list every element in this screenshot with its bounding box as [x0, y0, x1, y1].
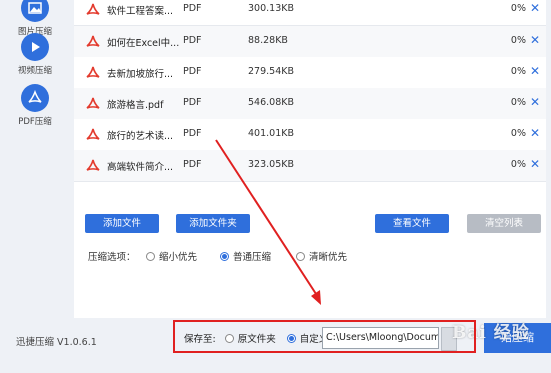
- file-progress: 0%: [510, 97, 526, 108]
- image-icon: [21, 0, 49, 22]
- file-size: 279.54KB: [248, 66, 294, 77]
- file-name: 高端软件简介...: [107, 162, 174, 173]
- file-progress: 0%: [510, 66, 526, 77]
- radio-icon: [296, 252, 305, 261]
- app-version: 迅捷压缩 V1.0.6.1: [16, 337, 97, 348]
- remove-file-icon[interactable]: ✕: [530, 126, 540, 140]
- file-size: 546.08KB: [248, 97, 294, 108]
- play-icon: [21, 33, 49, 61]
- option-smaller-first[interactable]: 缩小优先: [146, 249, 197, 263]
- pdf-file-icon: [86, 128, 100, 140]
- file-progress: 0%: [510, 128, 526, 139]
- file-name: 软件工程答案...: [107, 6, 174, 17]
- file-size: 323.05KB: [248, 159, 294, 170]
- annotation-highlight-box: [173, 320, 476, 353]
- radio-icon: [146, 252, 155, 261]
- sidebar-item-label: PDF压缩: [18, 117, 52, 127]
- file-progress: 0%: [510, 35, 526, 46]
- file-progress: 0%: [510, 3, 526, 14]
- pdf-acrobat-icon: [21, 84, 49, 112]
- pdf-file-icon: [86, 3, 100, 15]
- file-name: 如何在Excel中...: [107, 38, 180, 49]
- file-type: PDF: [183, 66, 202, 77]
- file-progress: 0%: [510, 159, 526, 170]
- file-list-panel: 软件工程答案... PDF 300.13KB 0% ✕ 如何在Excel中...…: [74, 0, 546, 318]
- file-row[interactable]: 旅行的艺术读... PDF 401.01KB 0% ✕: [74, 119, 546, 151]
- file-name: 去新加坡旅行...: [107, 69, 174, 80]
- file-name: 旅游格言.pdf: [107, 100, 164, 111]
- clear-list-button[interactable]: 清空列表: [467, 214, 541, 233]
- sidebar-item-video-compress[interactable]: 视频压缩: [0, 33, 70, 76]
- remove-file-icon[interactable]: ✕: [530, 157, 540, 171]
- file-size: 300.13KB: [248, 3, 294, 14]
- file-row[interactable]: 去新加坡旅行... PDF 279.54KB 0% ✕: [74, 57, 546, 89]
- sidebar-item-label: 视频压缩: [17, 66, 52, 76]
- file-type: PDF: [183, 3, 202, 14]
- view-files-button[interactable]: 查看文件: [375, 214, 449, 233]
- sidebar: 图片压缩 视频压缩 PDF压缩: [0, 0, 70, 320]
- pdf-file-icon: [86, 35, 100, 47]
- file-size: 88.28KB: [248, 35, 288, 46]
- remove-file-icon[interactable]: ✕: [530, 95, 540, 109]
- file-row[interactable]: 如何在Excel中... PDF 88.28KB 0% ✕: [74, 26, 546, 58]
- option-normal-compress[interactable]: 普通压缩: [220, 249, 271, 263]
- file-type: PDF: [183, 35, 202, 46]
- pdf-file-icon: [86, 159, 100, 171]
- remove-file-icon[interactable]: ✕: [530, 64, 540, 78]
- radio-selected-icon: [220, 252, 229, 261]
- sidebar-item-image-compress[interactable]: 图片压缩: [0, 0, 70, 37]
- file-type: PDF: [183, 97, 202, 108]
- sidebar-item-pdf-compress[interactable]: PDF压缩: [0, 84, 70, 127]
- file-type: PDF: [183, 128, 202, 139]
- file-size: 401.01KB: [248, 128, 294, 139]
- add-file-button[interactable]: 添加文件: [85, 214, 159, 233]
- file-type: PDF: [183, 159, 202, 170]
- option-clarity-first[interactable]: 清晰优先: [296, 249, 347, 263]
- file-name: 旅行的艺术读...: [107, 131, 174, 142]
- pdf-file-icon: [86, 97, 100, 109]
- file-row[interactable]: 旅游格言.pdf PDF 546.08KB 0% ✕: [74, 88, 546, 120]
- pdf-file-icon: [86, 66, 100, 78]
- file-row[interactable]: 软件工程答案... PDF 300.13KB 0% ✕: [74, 0, 546, 26]
- add-folder-button[interactable]: 添加文件夹: [176, 214, 250, 233]
- remove-file-icon[interactable]: ✕: [530, 1, 540, 15]
- file-row[interactable]: 高端软件简介... PDF 323.05KB 0% ✕: [74, 150, 546, 182]
- compression-options-label: 压缩选项：: [88, 252, 136, 263]
- remove-file-icon[interactable]: ✕: [530, 33, 540, 47]
